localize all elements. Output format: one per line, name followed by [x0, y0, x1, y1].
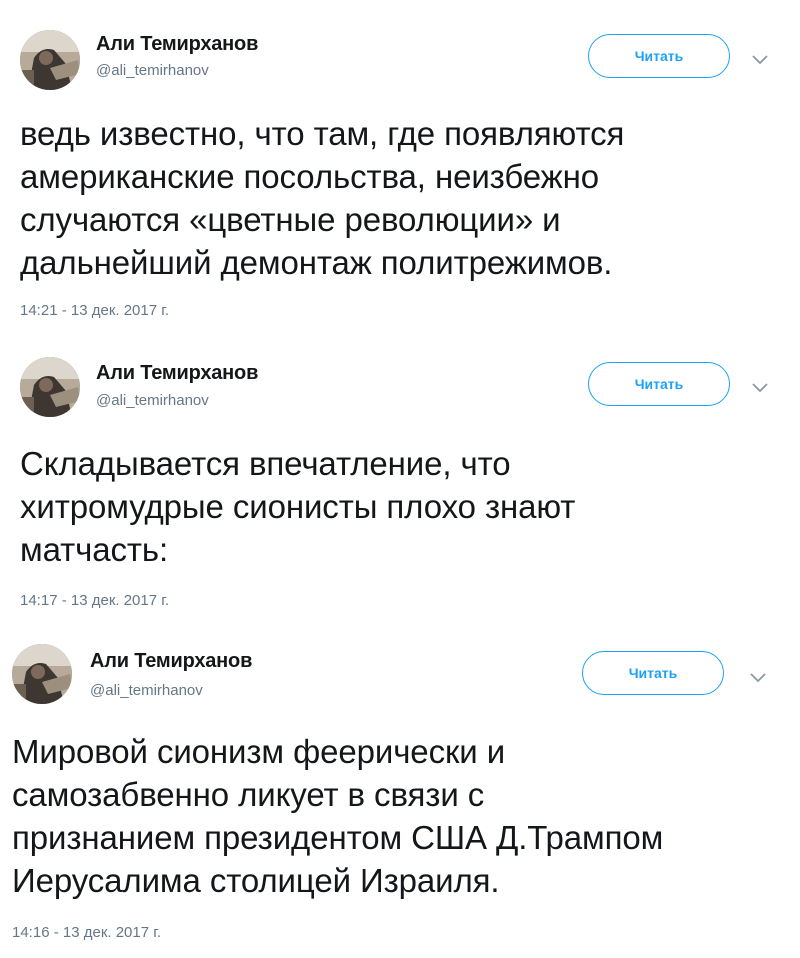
follow-button[interactable]: Читать: [582, 651, 724, 695]
tweet-timestamp[interactable]: 14:16 - 13 дек. 2017 г.: [12, 924, 161, 941]
chevron-down-icon[interactable]: [750, 670, 766, 683]
author-name[interactable]: Али Темирханов: [90, 650, 252, 673]
tweet: Али Темирханов @ali_temirhanov Читать Ми…: [0, 0, 800, 958]
author-handle[interactable]: @ali_temirhanov: [90, 682, 203, 699]
avatar[interactable]: [12, 644, 72, 704]
tweet-text: Мировой сионизм феерически и самозабвенн…: [12, 733, 664, 899]
